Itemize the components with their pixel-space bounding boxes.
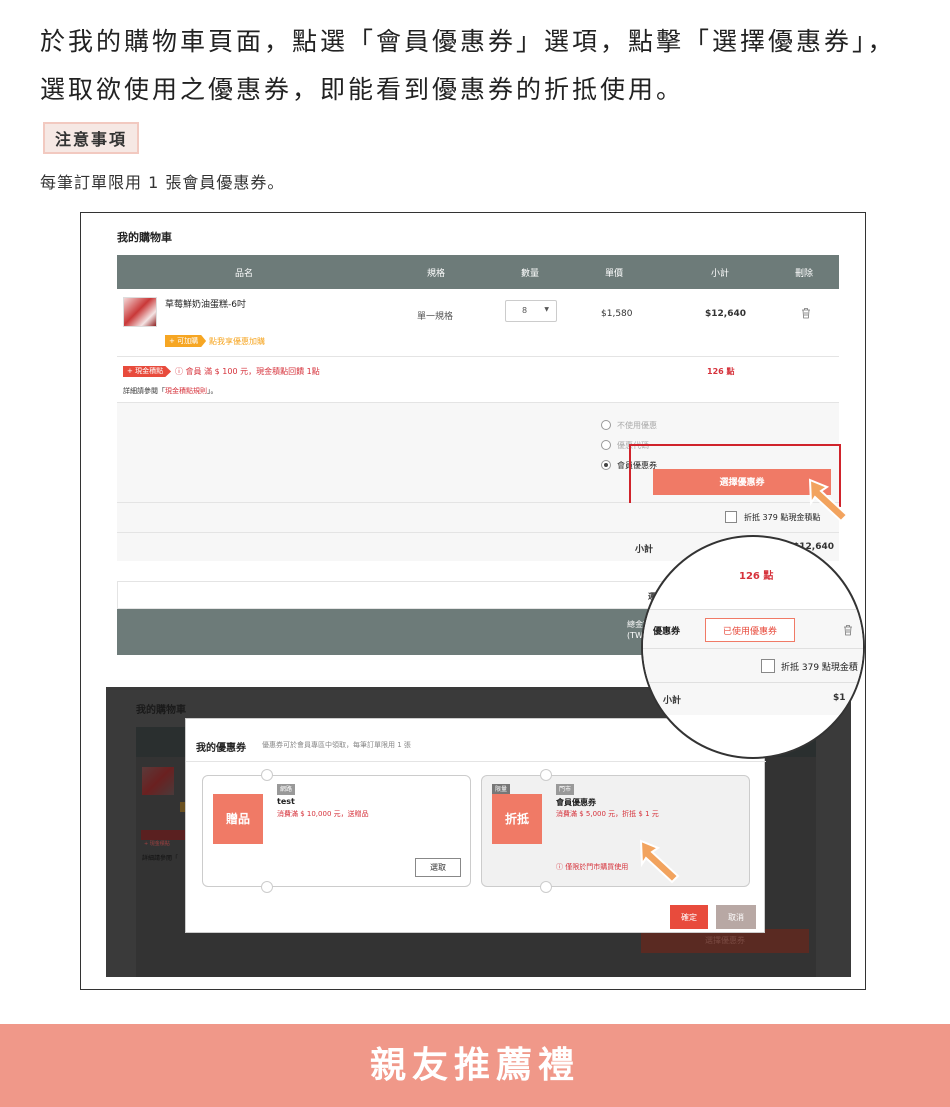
notice-text: 每筆訂單限用 1 張會員優惠券。 <box>40 173 285 192</box>
subtotal-label: 小計 <box>635 545 654 555</box>
item-subtotal: $12,640 <box>705 309 746 319</box>
product-thumbnail[interactable] <box>123 297 157 327</box>
dark-cash-tag: + 現金積點 <box>141 830 185 847</box>
zoom-redeem-row: 折抵 379 點現金積 <box>643 649 863 683</box>
radio-member-coupon[interactable] <box>601 460 611 470</box>
header-spec: 規格 <box>427 269 446 279</box>
zoom-subtotal-label: 小計 <box>663 696 682 706</box>
table-row: 草莓鮮奶油蛋糕-6吋 + 可加購 點我享優惠加購 單一規格 8 ▼ $1,580… <box>117 289 839 357</box>
modal-subtitle: 優惠券可於會員專區中領取，每筆訂單限用 1 張 <box>262 741 411 749</box>
zoom-points: 126 點 <box>739 571 774 582</box>
zoom-subtotal-value: $1 <box>833 693 846 703</box>
coupon-badge: 折抵 <box>492 794 542 844</box>
modal-title: 我的優惠券 <box>196 743 246 754</box>
coupon-select-button[interactable]: 選取 <box>415 858 461 877</box>
card-notch <box>540 881 552 893</box>
header-qty: 數量 <box>521 269 540 279</box>
coupon-desc: 消費滿 $ 5,000 元，折抵 $ 1 元 <box>556 810 659 818</box>
detail-prefix: 詳細請參閱「 <box>123 387 165 395</box>
confirm-button[interactable]: 確定 <box>670 905 708 929</box>
coupon-chip: 網路 <box>277 784 296 795</box>
notice-tag: 注意事項 <box>43 122 139 154</box>
coupon-name: test <box>277 797 295 806</box>
coupon-card-gift[interactable]: 贈品 網路 test 消費滿 $ 10,000 元，送贈品 選取 <box>202 769 471 893</box>
radio-no-discount[interactable] <box>601 420 611 430</box>
cash-points-tag: + 現金積點 <box>123 366 172 377</box>
header-name: 品名 <box>235 269 254 279</box>
coupon-warning: ⓘ 僅限於門市購買使用 <box>556 863 629 871</box>
coupon-desc: 消費滿 $ 10,000 元，送贈品 <box>277 810 369 818</box>
detail-suffix: 」。 <box>207 387 218 395</box>
cancel-button[interactable]: 取消 <box>716 905 756 929</box>
dark-cash-tag-label: + 現金積點 <box>144 841 170 847</box>
quantity-value: 8 <box>522 306 528 315</box>
product-name[interactable]: 草莓鮮奶油蛋糕-6吋 <box>165 297 246 310</box>
card-notch <box>261 769 273 781</box>
product-spec: 單一規格 <box>417 312 454 322</box>
intro-text: 於我的購物車頁面，點選「會員優惠券」選項，點擊「選擇優惠券」，選取欲使用之優惠券… <box>40 27 896 104</box>
redeem-checkbox[interactable] <box>725 511 737 523</box>
cash-points-row: + 現金積點 ⓘ 會員 滿 $ 100 元，現金積點回饋 1點 詳細請參閱「現金… <box>117 357 839 403</box>
radio-coupon-code[interactable] <box>601 440 611 450</box>
select-coupon-button[interactable]: 選擇優惠券 <box>653 469 831 495</box>
modal-divider <box>186 761 766 762</box>
dark-product-thumbnail <box>142 767 174 795</box>
coupon-card-discount[interactable]: 限量 折抵 門市 會員優惠券 消費滿 $ 5,000 元，折抵 $ 1 元 ⓘ … <box>481 769 750 893</box>
header-subtotal: 小計 <box>711 269 730 279</box>
zoom-coupon-label: 優惠券 <box>653 627 681 637</box>
trash-icon[interactable] <box>843 624 853 636</box>
coupon-used-button[interactable]: 已使用優惠券 <box>705 618 795 642</box>
zoom-magnifier: 126 點 優惠券 已使用優惠券 折抵 379 點現金積 小計 $1 <box>641 535 865 759</box>
coupon-chip: 門市 <box>556 784 575 795</box>
section-banner: 親友推薦禮 <box>0 1024 950 1107</box>
card-notch <box>261 881 273 893</box>
cart-screenshot: 我的購物車 品名 規格 數量 單價 小計 刪除 草莓鮮奶油蛋糕-6吋 + 可加購… <box>80 212 866 990</box>
zoom-subtotal-row: 小計 $1 <box>643 683 863 715</box>
quantity-select[interactable]: 8 ▼ <box>505 300 557 322</box>
cart-title: 我的購物車 <box>117 231 172 244</box>
redeem-row: 折抵 379 點現金積點 <box>117 503 839 533</box>
cash-points-rules-link[interactable]: 現金積點規則 <box>165 387 207 395</box>
zoom-redeem-label: 折抵 379 點現金積 <box>781 663 858 673</box>
cash-points-detail: 詳細請參閱「現金積點規則」。 <box>123 386 218 396</box>
pointer-icon <box>639 839 680 884</box>
coupon-modal: 我的優惠券 優惠券可於會員專區中領取，每筆訂單限用 1 張 贈品 網路 test… <box>185 718 766 933</box>
coupon-badge: 贈品 <box>213 794 263 844</box>
chevron-down-icon: ▼ <box>544 306 549 313</box>
cash-points-value: 126 點 <box>707 367 735 376</box>
dark-cart-title: 我的購物車 <box>136 705 186 716</box>
zoom-coupon-row: 優惠券 已使用優惠券 <box>643 609 863 649</box>
coupon-name: 會員優惠券 <box>556 798 596 807</box>
pointer-icon <box>808 478 849 523</box>
cash-points-info: ⓘ 會員 滿 $ 100 元，現金積點回饋 1點 <box>175 367 320 376</box>
zoom-redeem-checkbox[interactable] <box>761 659 775 673</box>
trash-icon[interactable] <box>801 307 811 319</box>
header-delete: 刪除 <box>795 269 814 279</box>
header-price: 單價 <box>605 269 624 279</box>
addon-link[interactable]: 點我享優惠加購 <box>209 336 265 347</box>
cart-table-header: 品名 規格 數量 單價 小計 刪除 <box>117 255 839 289</box>
unit-price: $1,580 <box>601 309 633 319</box>
dark-detail-text: 詳細請參閱「 <box>142 855 179 862</box>
addon-tag: + 可加購 <box>165 335 207 347</box>
card-notch <box>540 769 552 781</box>
label-no-discount: 不使用優惠 <box>617 421 657 430</box>
